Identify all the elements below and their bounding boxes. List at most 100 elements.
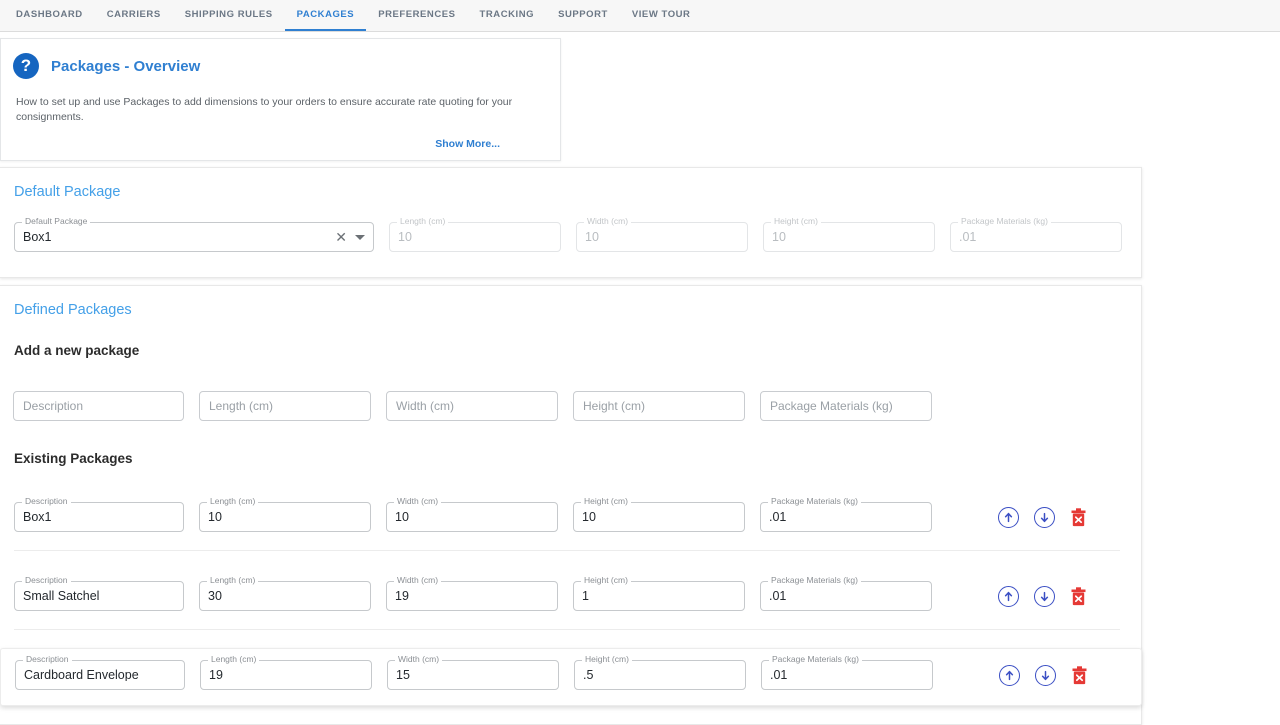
arrow-down-circle-icon[interactable] bbox=[1035, 665, 1056, 686]
default-package-section: Default Package Default Package Box1 ✕ L… bbox=[0, 167, 1142, 278]
new-width-input[interactable]: Width (cm) bbox=[386, 391, 558, 421]
nav-item-dashboard[interactable]: DASHBOARD bbox=[4, 0, 95, 31]
default-width-label: Width (cm) bbox=[584, 217, 631, 226]
row-length-field[interactable]: Length (cm) 10 bbox=[199, 502, 371, 532]
row-length-value: 30 bbox=[208, 590, 222, 603]
nav-item-shipping-rules[interactable]: SHIPPING RULES bbox=[173, 0, 285, 31]
default-package-field-row: Default Package Box1 ✕ Length (cm) 10 Wi… bbox=[14, 222, 1122, 252]
arrow-down-circle-icon[interactable] bbox=[1034, 507, 1055, 528]
nav-item-view-tour[interactable]: VIEW TOUR bbox=[620, 0, 703, 31]
nav-item-tracking[interactable]: TRACKING bbox=[468, 0, 547, 31]
row-materials-label: Package Materials (kg) bbox=[769, 655, 862, 664]
row-height-value: 10 bbox=[582, 511, 596, 524]
default-width-value: 10 bbox=[585, 231, 599, 244]
add-new-package-row: Description Length (cm) Width (cm) Heigh… bbox=[13, 391, 932, 421]
show-more-link[interactable]: Show More... bbox=[1, 124, 560, 150]
new-width-placeholder: Width (cm) bbox=[396, 399, 454, 413]
row-materials-label: Package Materials (kg) bbox=[768, 497, 861, 506]
default-height-field: Height (cm) 10 bbox=[763, 222, 935, 252]
new-description-input[interactable]: Description bbox=[13, 391, 184, 421]
default-width-field: Width (cm) 10 bbox=[576, 222, 748, 252]
row-height-label: Height (cm) bbox=[582, 655, 632, 664]
main-navigation-bar: DASHBOARD CARRIERS SHIPPING RULES PACKAG… bbox=[0, 0, 1280, 32]
packages-overview-card: ? Packages - Overview How to set up and … bbox=[0, 38, 561, 161]
row-length-value: 10 bbox=[208, 511, 222, 524]
help-question-icon: ? bbox=[13, 53, 39, 79]
default-height-value: 10 bbox=[772, 231, 786, 244]
row-length-field[interactable]: Length (cm) 30 bbox=[199, 581, 371, 611]
row-actions bbox=[998, 507, 1087, 528]
existing-packages-heading: Existing Packages bbox=[0, 451, 133, 466]
nav-item-support[interactable]: SUPPORT bbox=[546, 0, 620, 31]
arrow-up-circle-icon[interactable] bbox=[998, 586, 1019, 607]
row-height-value: .5 bbox=[583, 669, 593, 682]
trash-delete-icon[interactable] bbox=[1071, 666, 1088, 685]
close-x-icon[interactable]: ✕ bbox=[335, 230, 347, 244]
row-materials-label: Package Materials (kg) bbox=[768, 576, 861, 585]
row-height-field[interactable]: Height (cm) .5 bbox=[574, 660, 746, 690]
table-row: Description Small Satchel Length (cm) 30… bbox=[0, 568, 1142, 630]
row-length-field[interactable]: Length (cm) 19 bbox=[200, 660, 372, 690]
arrow-up-circle-icon[interactable] bbox=[999, 665, 1020, 686]
row-width-label: Width (cm) bbox=[394, 497, 441, 506]
row-actions bbox=[998, 586, 1087, 607]
row-length-label: Length (cm) bbox=[207, 497, 258, 506]
overview-description: How to set up and use Packages to add di… bbox=[1, 79, 560, 124]
row-description-value: Box1 bbox=[23, 511, 52, 524]
default-package-select[interactable]: Default Package Box1 ✕ bbox=[14, 222, 374, 252]
row-materials-value: .01 bbox=[769, 590, 786, 603]
new-height-placeholder: Height (cm) bbox=[583, 399, 645, 413]
row-divider bbox=[14, 550, 1120, 551]
row-height-label: Height (cm) bbox=[581, 497, 631, 506]
default-materials-value: .01 bbox=[959, 231, 976, 244]
row-description-field[interactable]: Description Cardboard Envelope bbox=[15, 660, 185, 690]
row-length-value: 19 bbox=[209, 669, 223, 682]
new-materials-placeholder: Package Materials (kg) bbox=[770, 399, 893, 413]
row-materials-field[interactable]: Package Materials (kg) .01 bbox=[760, 502, 932, 532]
row-height-field[interactable]: Height (cm) 1 bbox=[573, 581, 745, 611]
default-length-label: Length (cm) bbox=[397, 217, 448, 226]
defined-packages-title: Defined Packages bbox=[0, 286, 1141, 318]
new-height-input[interactable]: Height (cm) bbox=[573, 391, 745, 421]
row-actions bbox=[999, 665, 1088, 686]
default-materials-label: Package Materials (kg) bbox=[958, 217, 1051, 226]
default-package-select-value: Box1 bbox=[23, 231, 335, 244]
default-materials-field: Package Materials (kg) .01 bbox=[950, 222, 1122, 252]
row-width-field[interactable]: Width (cm) 15 bbox=[387, 660, 559, 690]
row-description-field[interactable]: Description Small Satchel bbox=[14, 581, 184, 611]
row-width-value: 10 bbox=[395, 511, 409, 524]
row-description-field[interactable]: Description Box1 bbox=[14, 502, 184, 532]
table-row: Description Cardboard Envelope Length (c… bbox=[0, 648, 1142, 706]
default-length-value: 10 bbox=[398, 231, 412, 244]
default-package-title: Default Package bbox=[0, 168, 1141, 200]
new-length-input[interactable]: Length (cm) bbox=[199, 391, 371, 421]
nav-item-preferences[interactable]: PREFERENCES bbox=[366, 0, 467, 31]
row-materials-value: .01 bbox=[769, 511, 786, 524]
arrow-down-circle-icon[interactable] bbox=[1034, 586, 1055, 607]
row-width-field[interactable]: Width (cm) 10 bbox=[386, 502, 558, 532]
table-row: Description Box1 Length (cm) 10 Width (c… bbox=[0, 489, 1142, 551]
row-width-value: 19 bbox=[395, 590, 409, 603]
new-length-placeholder: Length (cm) bbox=[209, 399, 273, 413]
row-materials-field[interactable]: Package Materials (kg) .01 bbox=[761, 660, 933, 690]
new-materials-input[interactable]: Package Materials (kg) bbox=[760, 391, 932, 421]
arrow-up-circle-icon[interactable] bbox=[998, 507, 1019, 528]
nav-item-packages[interactable]: PACKAGES bbox=[285, 0, 367, 31]
row-divider bbox=[14, 629, 1120, 630]
row-description-label: Description bbox=[23, 655, 72, 664]
row-height-field[interactable]: Height (cm) 10 bbox=[573, 502, 745, 532]
new-description-placeholder: Description bbox=[23, 399, 83, 413]
overview-header: ? Packages - Overview bbox=[1, 39, 560, 79]
row-height-label: Height (cm) bbox=[581, 576, 631, 585]
chevron-down-icon[interactable] bbox=[355, 235, 365, 240]
default-height-label: Height (cm) bbox=[771, 217, 821, 226]
trash-delete-icon[interactable] bbox=[1070, 508, 1087, 527]
row-height-value: 1 bbox=[582, 590, 589, 603]
row-width-label: Width (cm) bbox=[394, 576, 441, 585]
row-width-value: 15 bbox=[396, 669, 410, 682]
trash-delete-icon[interactable] bbox=[1070, 587, 1087, 606]
nav-item-carriers[interactable]: CARRIERS bbox=[95, 0, 173, 31]
row-width-field[interactable]: Width (cm) 19 bbox=[386, 581, 558, 611]
row-materials-field[interactable]: Package Materials (kg) .01 bbox=[760, 581, 932, 611]
add-new-package-heading: Add a new package bbox=[0, 343, 139, 358]
